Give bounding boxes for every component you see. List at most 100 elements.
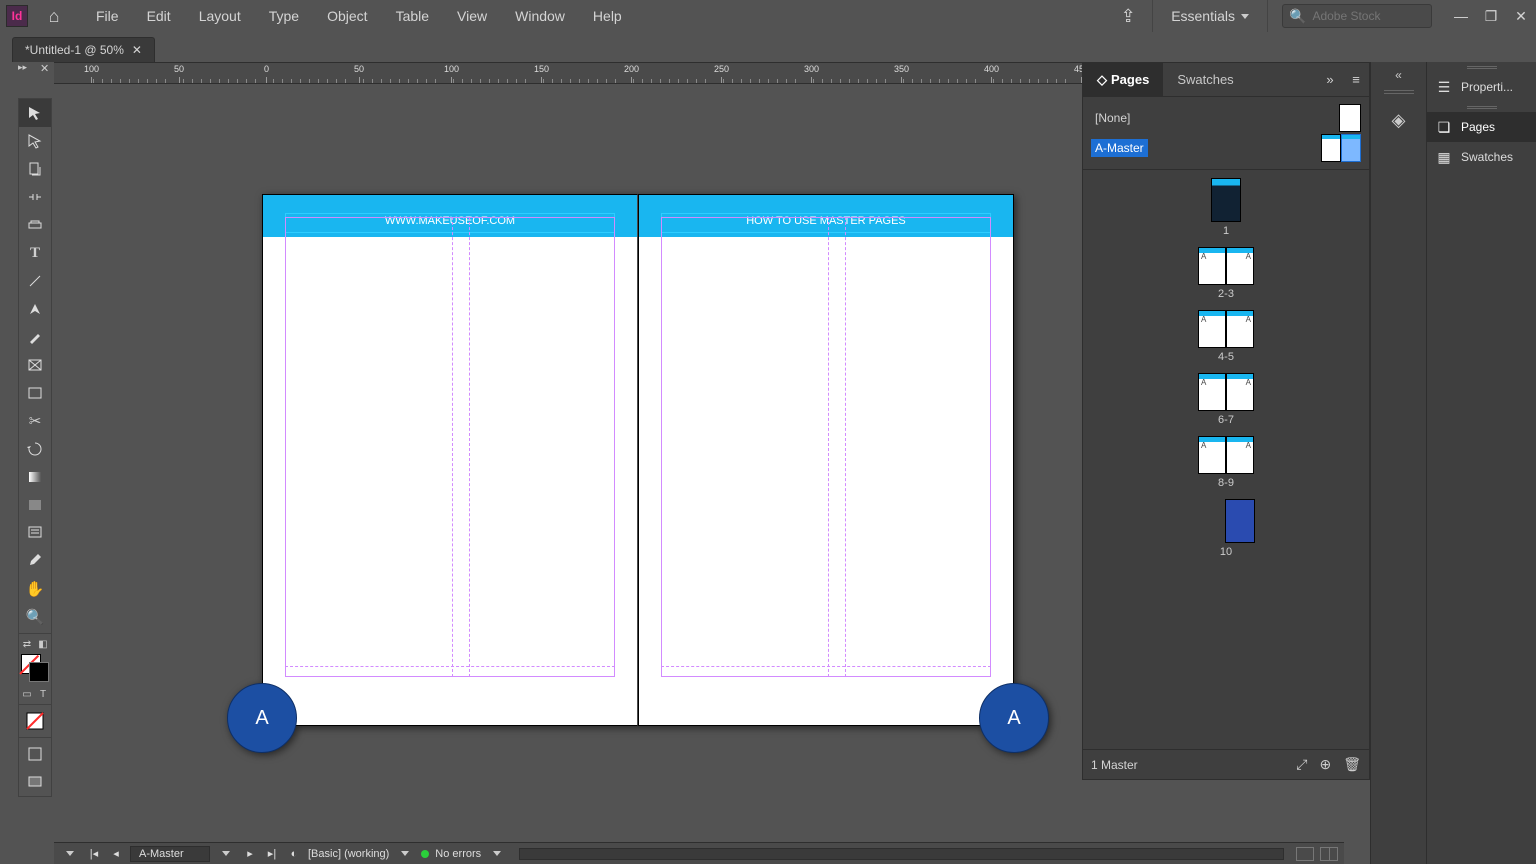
note-tool[interactable]	[19, 519, 51, 547]
pages-panel: ◇ Pages Swatches » ≡ [None] A-Master 1 AA…	[1082, 62, 1370, 780]
scissors-tool[interactable]: ✂	[19, 407, 51, 435]
properties-panel-button[interactable]: ☰ Properti...	[1427, 72, 1536, 102]
edit-page-size-icon[interactable]: ⤢	[1296, 756, 1307, 773]
panel-expand-arrows[interactable]: ▸▸	[18, 62, 27, 73]
document-tab-title: *Untitled-1 @ 50%	[25, 43, 124, 57]
view-mode-normal-icon[interactable]	[19, 740, 51, 768]
master-a-row[interactable]: A-Master	[1091, 133, 1361, 163]
type-tool[interactable]: T	[19, 239, 51, 267]
fill-stroke-proxy[interactable]	[19, 652, 51, 686]
document-tab[interactable]: *Untitled-1 @ 50% ✕	[12, 37, 155, 62]
menu-type[interactable]: Type	[255, 0, 313, 32]
expand-panels-icon[interactable]: «	[1395, 68, 1402, 82]
stock-search[interactable]: 🔍	[1282, 4, 1432, 28]
screen-mode-icon[interactable]	[19, 768, 51, 796]
first-spread-button[interactable]: |◂	[86, 847, 102, 860]
apply-color-icon[interactable]	[19, 707, 51, 735]
last-spread-button[interactable]: ▸|	[264, 847, 280, 860]
swatches-tab[interactable]: Swatches	[1163, 63, 1247, 97]
menu-file[interactable]: File	[82, 0, 133, 32]
stroke-swatch[interactable]	[29, 662, 49, 682]
panel-close-icon[interactable]: ✕	[40, 62, 49, 75]
pen-tool[interactable]	[19, 295, 51, 323]
pages-panel-button[interactable]: ❏ Pages	[1427, 112, 1536, 142]
gradient-feather-tool[interactable]	[19, 491, 51, 519]
left-master-page[interactable]: WWW.MAKEUSEOF.COM A	[262, 194, 638, 726]
menu-layout[interactable]: Layout	[185, 0, 255, 32]
master-none-row[interactable]: [None]	[1091, 103, 1361, 133]
dock-grip[interactable]	[1384, 90, 1414, 94]
menu-help[interactable]: Help	[579, 0, 636, 32]
share-icon[interactable]: ⇪	[1110, 6, 1146, 27]
preflight-profile[interactable]: [Basic] (working)	[308, 848, 389, 860]
rectangle-tool[interactable]	[19, 379, 51, 407]
page-tool[interactable]	[19, 155, 51, 183]
prev-spread-button[interactable]: ◂	[108, 847, 124, 860]
close-icon[interactable]: ✕	[132, 43, 142, 57]
window-minimize[interactable]: —	[1446, 8, 1476, 24]
rectangle-frame-tool[interactable]	[19, 351, 51, 379]
default-fill-stroke-icon[interactable]: ◧	[35, 636, 51, 652]
gap-tool[interactable]	[19, 183, 51, 211]
menu-view[interactable]: View	[443, 0, 501, 32]
home-button[interactable]: ⌂	[38, 6, 70, 27]
page-thumb-2-3[interactable]: AA2-3	[1083, 247, 1369, 300]
view-split-icon[interactable]	[1320, 847, 1338, 861]
swatches-panel-button[interactable]: ▦ Swatches	[1427, 142, 1536, 172]
fill-stroke-swap-icon[interactable]: ⇄	[19, 636, 35, 652]
menu-edit[interactable]: Edit	[133, 0, 185, 32]
window-restore[interactable]: ❐	[1476, 8, 1506, 25]
left-page-badge[interactable]: A	[227, 683, 297, 753]
master-spread[interactable]: WWW.MAKEUSEOF.COM A HOW TO USE MASTER PA…	[262, 194, 1014, 726]
content-collector-tool[interactable]	[19, 211, 51, 239]
page-thumb-1[interactable]: 1	[1083, 178, 1369, 237]
master-a-thumb[interactable]	[1321, 134, 1361, 162]
preflight-icon[interactable]: ◐	[286, 848, 302, 860]
window-close[interactable]: ✕	[1506, 8, 1536, 25]
delete-page-icon[interactable]: 🗑	[1343, 756, 1361, 773]
hruler-tick: 150	[534, 63, 549, 84]
zoom-dropdown[interactable]	[60, 851, 80, 856]
direct-selection-tool[interactable]	[19, 127, 51, 155]
hruler-tick: 350	[894, 63, 909, 84]
right-master-page[interactable]: HOW TO USE MASTER PAGES A	[638, 194, 1014, 726]
panel-menu-icon[interactable]: ≡	[1343, 72, 1369, 87]
pages-tab[interactable]: ◇ Pages	[1083, 63, 1163, 97]
gradient-swatch-tool[interactable]	[19, 463, 51, 491]
layers-panel-icon[interactable]: ◈	[1378, 100, 1420, 140]
properties-icon: ☰	[1435, 78, 1453, 96]
free-transform-tool[interactable]	[19, 435, 51, 463]
menu-object[interactable]: Object	[313, 0, 381, 32]
errors-dropdown[interactable]	[487, 851, 507, 856]
view-single-icon[interactable]	[1296, 847, 1314, 861]
collapse-panel-icon[interactable]: »	[1317, 72, 1343, 87]
stock-search-input[interactable]	[1312, 9, 1425, 23]
hand-tool[interactable]: ✋	[19, 575, 51, 603]
line-tool[interactable]	[19, 267, 51, 295]
horizontal-scrollbar[interactable]	[519, 848, 1284, 860]
page-thumb-8-9[interactable]: AA8-9	[1083, 436, 1369, 489]
selection-tool[interactable]	[19, 99, 51, 127]
menu-table[interactable]: Table	[382, 0, 443, 32]
master-none-thumb[interactable]	[1339, 104, 1361, 132]
menu-window[interactable]: Window	[501, 0, 579, 32]
formatting-container-icon[interactable]: ▭	[19, 686, 35, 702]
page-thumb-10[interactable]: 10	[1083, 499, 1369, 558]
page-thumb-4-5[interactable]: AA4-5	[1083, 310, 1369, 363]
page-field[interactable]: A-Master	[130, 846, 210, 862]
page-dropdown[interactable]	[216, 851, 236, 856]
workspace-switcher[interactable]: Essentials	[1152, 0, 1268, 32]
page-thumb-6-7[interactable]: AA6-7	[1083, 373, 1369, 426]
right-page-badge[interactable]: A	[979, 683, 1049, 753]
errors-label[interactable]: No errors	[435, 848, 481, 860]
dock-grip[interactable]	[1427, 102, 1536, 112]
zoom-tool[interactable]: 🔍	[19, 603, 51, 631]
profile-dropdown[interactable]	[395, 851, 415, 856]
pencil-tool[interactable]	[19, 323, 51, 351]
eyedropper-tool[interactable]	[19, 547, 51, 575]
dock-grip[interactable]	[1427, 62, 1536, 72]
next-spread-button[interactable]: ▸	[242, 847, 258, 860]
formatting-text-icon[interactable]: T	[35, 686, 51, 702]
new-page-icon[interactable]: ⊕	[1319, 756, 1331, 773]
hruler-tick: 300	[804, 63, 819, 84]
